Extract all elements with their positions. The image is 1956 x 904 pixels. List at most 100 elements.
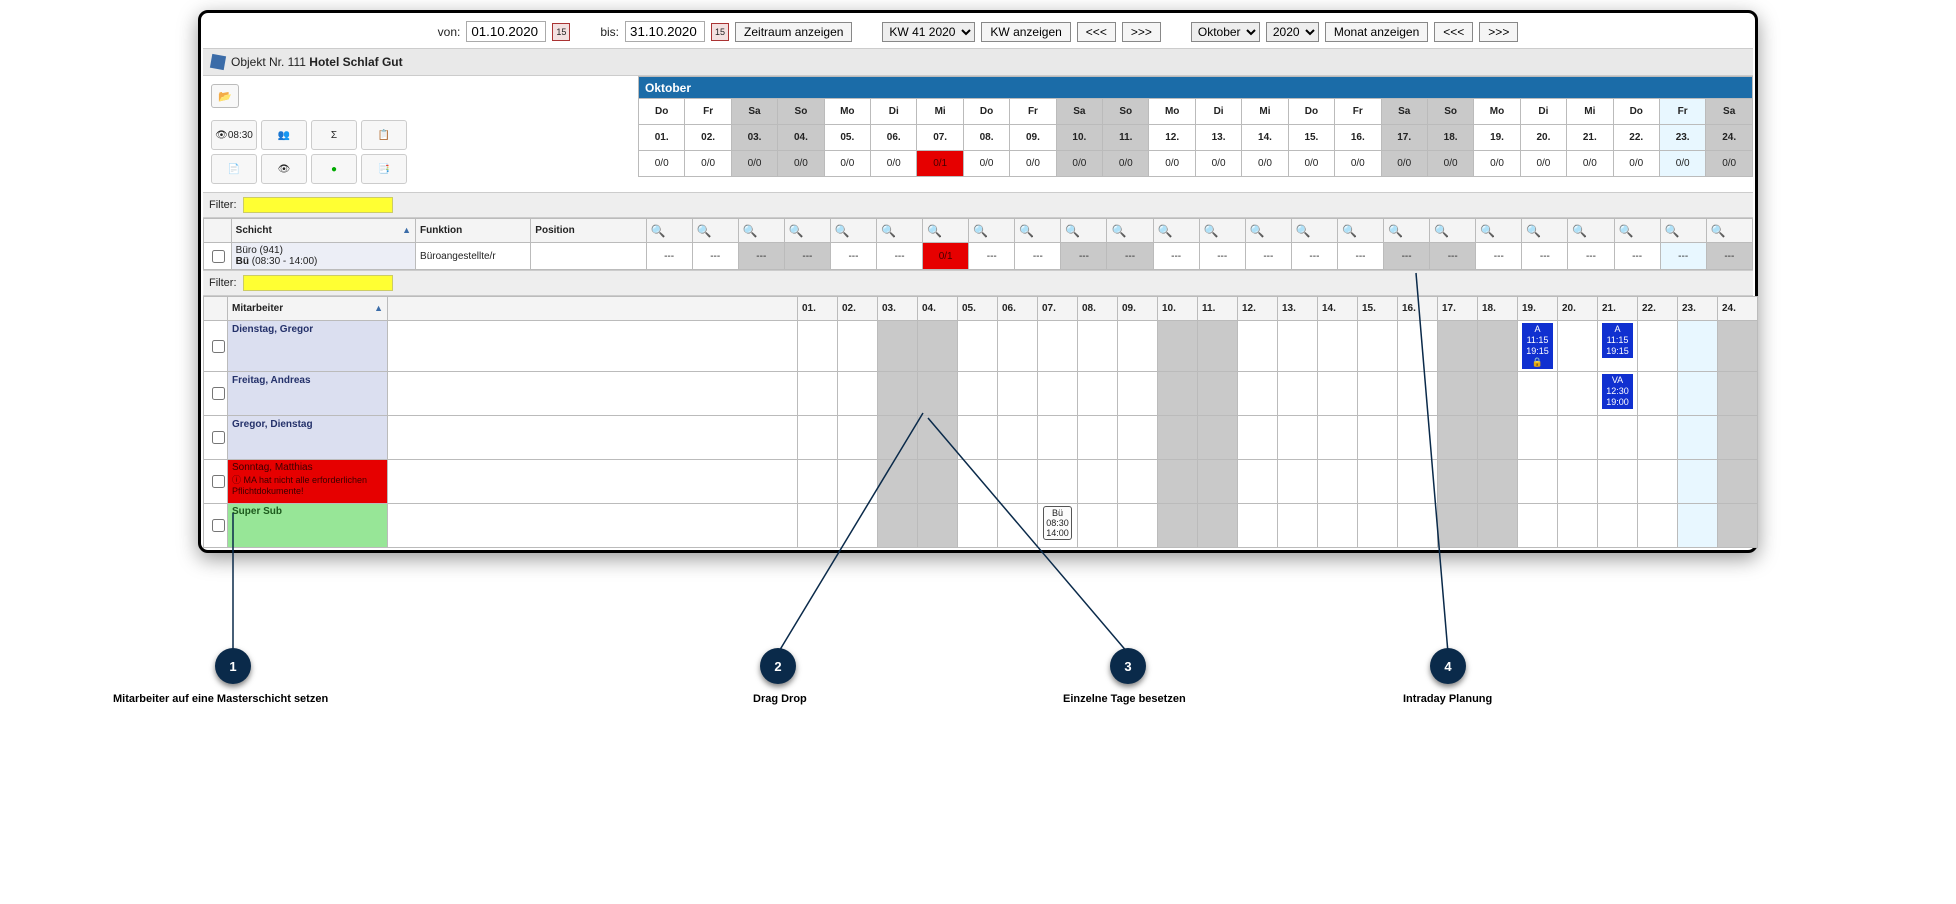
employee-filter-input[interactable] bbox=[243, 275, 393, 291]
from-calendar-icon[interactable]: 15 bbox=[552, 23, 570, 41]
employee-day-cell[interactable] bbox=[1358, 504, 1398, 548]
tool-report[interactable]: 📑 bbox=[361, 154, 407, 184]
employee-day-cell[interactable] bbox=[1438, 504, 1478, 548]
employee-day-cell[interactable] bbox=[1718, 372, 1758, 416]
day-magnify-icon[interactable]: 🔍 bbox=[923, 219, 969, 243]
day-magnify-icon[interactable]: 🔍 bbox=[1015, 219, 1061, 243]
employee-day-cell[interactable] bbox=[1238, 416, 1278, 460]
tool-status[interactable]: ● bbox=[311, 154, 357, 184]
employee-day-cell[interactable] bbox=[798, 416, 838, 460]
day-magnify-icon[interactable]: 🔍 bbox=[1522, 219, 1568, 243]
year-select[interactable]: 2020 bbox=[1266, 22, 1319, 42]
employee-day-cell[interactable] bbox=[878, 504, 918, 548]
employee-day-cell[interactable] bbox=[838, 504, 878, 548]
employee-day-cell[interactable] bbox=[878, 416, 918, 460]
employee-day-cell[interactable] bbox=[1678, 372, 1718, 416]
employee-checkbox[interactable] bbox=[204, 416, 228, 460]
employee-day-cell[interactable] bbox=[1478, 321, 1518, 372]
shift-day-cell[interactable]: --- bbox=[1245, 243, 1291, 270]
employee-day-cell[interactable] bbox=[1198, 321, 1238, 372]
tool-clipboard[interactable]: 📋 bbox=[361, 120, 407, 150]
employee-day-cell[interactable] bbox=[878, 460, 918, 504]
employee-day-cell[interactable] bbox=[1398, 416, 1438, 460]
employee-day-cell[interactable] bbox=[1358, 321, 1398, 372]
employee-name[interactable]: Sonntag, Matthiasⓘ MA hat nicht alle erf… bbox=[228, 460, 388, 504]
employee-day-cell[interactable] bbox=[1318, 372, 1358, 416]
employee-day-cell[interactable] bbox=[1278, 321, 1318, 372]
day-magnify-icon[interactable]: 🔍 bbox=[1660, 219, 1706, 243]
employee-day-cell[interactable] bbox=[958, 321, 998, 372]
folder-button[interactable]: 📂 bbox=[211, 84, 239, 108]
shift-col-schicht[interactable]: Schicht bbox=[231, 219, 415, 243]
shift-day-cell[interactable]: --- bbox=[1015, 243, 1061, 270]
employee-day-cell[interactable] bbox=[1078, 416, 1118, 460]
employee-day-cell[interactable] bbox=[1198, 416, 1238, 460]
employee-day-cell[interactable] bbox=[1558, 321, 1598, 372]
day-magnify-icon[interactable]: 🔍 bbox=[646, 219, 692, 243]
month-prev-button[interactable]: <<< bbox=[1434, 22, 1473, 42]
employee-day-cell[interactable] bbox=[1558, 460, 1598, 504]
shift-day-cell[interactable]: --- bbox=[1614, 243, 1660, 270]
shift-day-cell[interactable]: --- bbox=[1107, 243, 1153, 270]
week-select[interactable]: KW 41 2020 bbox=[882, 22, 975, 42]
employee-day-cell[interactable] bbox=[1718, 504, 1758, 548]
day-magnify-icon[interactable]: 🔍 bbox=[1107, 219, 1153, 243]
employee-day-cell[interactable] bbox=[1038, 372, 1078, 416]
day-magnify-icon[interactable]: 🔍 bbox=[738, 219, 784, 243]
employee-day-cell[interactable] bbox=[958, 372, 998, 416]
employee-day-cell[interactable] bbox=[1198, 504, 1238, 548]
employee-day-cell[interactable] bbox=[1678, 321, 1718, 372]
employee-day-cell[interactable] bbox=[798, 321, 838, 372]
employee-day-cell[interactable] bbox=[1558, 416, 1598, 460]
employee-day-cell[interactable] bbox=[798, 372, 838, 416]
shift-day-cell[interactable]: --- bbox=[784, 243, 830, 270]
employee-day-cell[interactable] bbox=[1438, 460, 1478, 504]
show-week-button[interactable]: KW anzeigen bbox=[981, 22, 1070, 42]
employee-day-cell[interactable] bbox=[1078, 321, 1118, 372]
employee-day-cell[interactable] bbox=[1398, 504, 1438, 548]
employee-day-cell[interactable] bbox=[1638, 372, 1678, 416]
employee-day-cell[interactable] bbox=[1438, 372, 1478, 416]
employee-day-cell[interactable] bbox=[1598, 504, 1638, 548]
shift-col-funktion[interactable]: Funktion bbox=[416, 219, 531, 243]
week-next-button[interactable]: >>> bbox=[1122, 22, 1161, 42]
shift-day-cell[interactable]: --- bbox=[1706, 243, 1752, 270]
employee-day-cell[interactable] bbox=[998, 321, 1038, 372]
employee-day-cell[interactable] bbox=[1038, 416, 1078, 460]
emp-col-mitarbeiter[interactable]: Mitarbeiter bbox=[228, 297, 388, 321]
tool-time-view[interactable]: 👁08:30 bbox=[211, 120, 257, 150]
day-magnify-icon[interactable]: 🔍 bbox=[1153, 219, 1199, 243]
shift-day-cell[interactable]: --- bbox=[1384, 243, 1430, 270]
day-magnify-icon[interactable]: 🔍 bbox=[1291, 219, 1337, 243]
employee-day-cell[interactable] bbox=[918, 321, 958, 372]
to-date-input[interactable] bbox=[625, 21, 705, 42]
shift-name[interactable]: Büro (941)Bü (08:30 - 14:00) bbox=[231, 243, 415, 270]
shift-day-cell[interactable]: --- bbox=[1199, 243, 1245, 270]
day-magnify-icon[interactable]: 🔍 bbox=[830, 219, 876, 243]
employee-day-cell[interactable] bbox=[1558, 504, 1598, 548]
day-magnify-icon[interactable]: 🔍 bbox=[1430, 219, 1476, 243]
employee-name[interactable]: Dienstag, Gregor bbox=[228, 321, 388, 372]
employee-day-cell[interactable] bbox=[1678, 460, 1718, 504]
employee-day-cell[interactable] bbox=[1078, 504, 1118, 548]
tool-eye[interactable]: 👁 bbox=[261, 154, 307, 184]
show-month-button[interactable]: Monat anzeigen bbox=[1325, 22, 1428, 42]
employee-day-cell[interactable] bbox=[1478, 416, 1518, 460]
employee-day-cell[interactable] bbox=[838, 460, 878, 504]
employee-day-cell[interactable] bbox=[1518, 416, 1558, 460]
shift-chip[interactable]: A11:1519:15 bbox=[1602, 323, 1633, 358]
shift-day-cell[interactable]: --- bbox=[1061, 243, 1107, 270]
employee-day-cell[interactable] bbox=[1718, 460, 1758, 504]
employee-day-cell[interactable] bbox=[1478, 460, 1518, 504]
employee-day-cell[interactable] bbox=[1158, 372, 1198, 416]
shift-day-cell[interactable]: --- bbox=[1291, 243, 1337, 270]
employee-day-cell[interactable] bbox=[918, 416, 958, 460]
shift-checkbox[interactable] bbox=[204, 243, 232, 270]
employee-day-cell[interactable] bbox=[1318, 460, 1358, 504]
employee-day-cell[interactable] bbox=[1398, 321, 1438, 372]
employee-day-cell[interactable] bbox=[1318, 504, 1358, 548]
shift-day-cell[interactable]: --- bbox=[1430, 243, 1476, 270]
employee-day-cell[interactable] bbox=[798, 460, 838, 504]
employee-day-cell[interactable] bbox=[998, 372, 1038, 416]
day-magnify-icon[interactable]: 🔍 bbox=[1061, 219, 1107, 243]
